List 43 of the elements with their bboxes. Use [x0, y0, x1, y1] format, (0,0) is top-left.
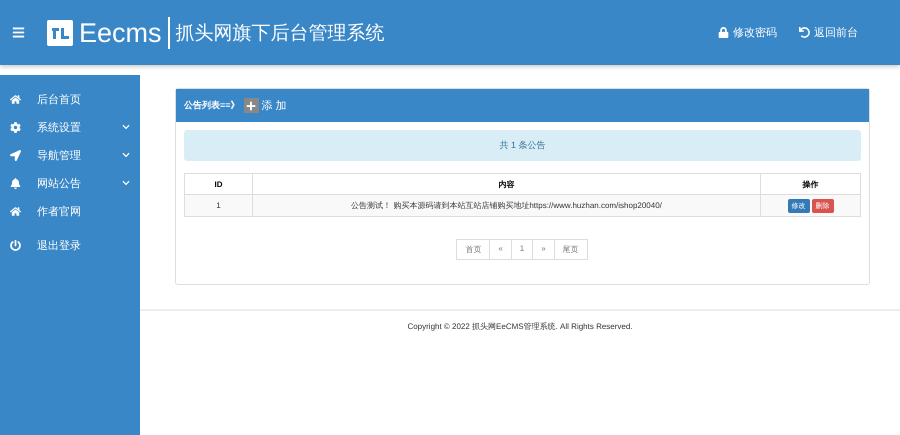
- home-icon: [10, 206, 21, 216]
- page-link[interactable]: »: [532, 239, 555, 260]
- logo-icon: [47, 20, 73, 46]
- summary-alert: 共 1 条公告: [184, 130, 861, 161]
- column-header: 内容: [252, 174, 760, 194]
- menu-icon[interactable]: [12, 26, 25, 39]
- arrow-icon: [10, 150, 21, 160]
- sidebar-label: 后台首页: [37, 92, 82, 106]
- sidebar-item[interactable]: 作者官网: [0, 197, 140, 225]
- page-link[interactable]: 尾页: [554, 239, 588, 260]
- bell-icon: [10, 178, 21, 188]
- page-link[interactable]: 1: [510, 239, 534, 260]
- header-link[interactable]: 返回前台: [799, 25, 858, 40]
- link-label: 修改密码: [733, 26, 777, 40]
- sidebar-label: 系统设置: [37, 120, 82, 134]
- power-icon: [10, 240, 21, 250]
- site-title: 抓头网旗下后台管理系统: [176, 22, 385, 46]
- table-cell: 1: [184, 194, 252, 216]
- sidebar-label: 作者官网: [37, 204, 82, 218]
- panel-title: 公告列表==》: [184, 99, 240, 112]
- header-link[interactable]: 修改密码: [718, 25, 777, 40]
- lock-icon: [718, 27, 729, 38]
- page-link[interactable]: 首页: [456, 239, 490, 260]
- sidebar-label: 网站公告: [37, 176, 82, 190]
- sidebar-label: 退出登录: [37, 238, 82, 252]
- column-header: ID: [184, 174, 252, 194]
- add-button[interactable]: 添 加: [244, 98, 287, 113]
- settings-icon: [10, 122, 21, 132]
- undo-icon: [799, 27, 810, 38]
- sidebar-item[interactable]: 后台首页: [0, 85, 140, 113]
- table-cell: 公告测试！ 购买本源码请到本站互站店铺购买地址https://www.huzhan.com/ishop20040/: [252, 194, 760, 216]
- page-link[interactable]: «: [489, 239, 512, 260]
- sidebar-item[interactable]: 网站公告: [0, 169, 140, 197]
- link-label: 返回前台: [814, 26, 858, 40]
- sidebar-label: 导航管理: [37, 148, 82, 162]
- sidebar-item[interactable]: 退出登录: [0, 231, 140, 259]
- copyright-text: Copyright © 2022 抓头网EeCMS管理系统. All Rights Reserved.: [406, 321, 634, 332]
- plus-icon: [244, 98, 259, 113]
- column-header: 操作: [760, 174, 860, 194]
- sidebar-item[interactable]: 导航管理: [0, 141, 140, 169]
- logo-text: Eecms: [79, 16, 170, 48]
- sidebar-item[interactable]: 系统设置: [0, 113, 140, 141]
- home-icon: [10, 94, 21, 104]
